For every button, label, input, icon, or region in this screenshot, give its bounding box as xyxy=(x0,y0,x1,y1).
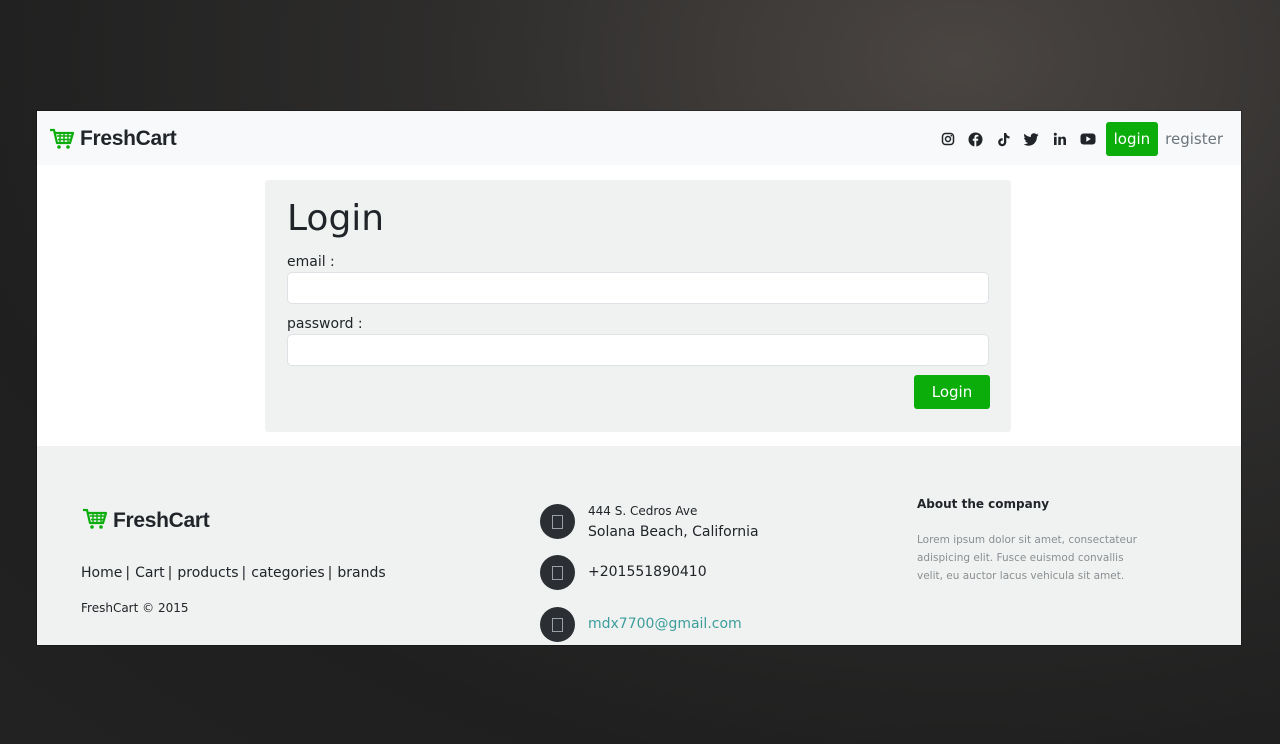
footer-link-products[interactable]: products xyxy=(177,565,238,581)
nav-register-link[interactable]: register xyxy=(1165,130,1223,148)
password-label: password : xyxy=(287,316,363,332)
footer-brand-name: FreshCart xyxy=(113,509,210,532)
linkedin-icon[interactable] xyxy=(1046,125,1074,153)
footer-brand-logo[interactable]: FreshCart xyxy=(82,508,210,534)
brand-name: FreshCart xyxy=(80,127,177,150)
browser-viewport: FreshCart login register Login email: p… xyxy=(37,111,1241,645)
about-text: Lorem ipsum dolor sit amet, consectateur… xyxy=(917,534,1137,582)
location-icon xyxy=(540,504,575,539)
navbar: FreshCart login register xyxy=(37,111,1241,165)
youtube-icon[interactable] xyxy=(1074,125,1102,153)
footer-link-home[interactable]: Home xyxy=(81,565,122,581)
facebook-icon[interactable] xyxy=(962,125,990,153)
address-line-2: Solana Beach, California xyxy=(588,524,759,540)
footer-link-categories[interactable]: categories xyxy=(251,565,324,581)
nav-actions: login register xyxy=(934,122,1223,156)
login-submit-button[interactable]: Login xyxy=(914,375,990,409)
footer: FreshCart Home | Cart | products | categori… xyxy=(37,446,1241,645)
instagram-icon[interactable] xyxy=(934,125,962,153)
address-line-1: 444 S. Cedros Ave xyxy=(588,504,698,518)
shopping-cart-icon xyxy=(82,508,108,534)
phone-icon xyxy=(540,555,575,590)
about-heading: About the company xyxy=(917,497,1050,511)
link-divider: | xyxy=(327,565,333,581)
twitter-icon[interactable] xyxy=(1018,125,1046,153)
link-divider: | xyxy=(125,565,131,581)
brand-logo[interactable]: FreshCart xyxy=(49,125,177,153)
tiktok-icon[interactable] xyxy=(990,125,1018,153)
email-label: email : xyxy=(287,254,335,270)
email-icon xyxy=(540,607,575,642)
phone-number: +201551890410 xyxy=(588,564,707,580)
login-card: Login email : password : Login xyxy=(265,180,1011,432)
nav-login-button[interactable]: login xyxy=(1105,122,1159,156)
page-title: Login xyxy=(287,198,385,239)
copyright-text: FreshCart © 2015 xyxy=(81,601,189,615)
shopping-cart-icon xyxy=(49,128,75,150)
email-link[interactable]: mdx7700@gmail.com xyxy=(588,616,742,632)
link-divider: | xyxy=(241,565,247,581)
footer-nav-links: Home | Cart | products | categories | brands xyxy=(81,565,386,581)
footer-link-cart[interactable]: Cart xyxy=(135,565,165,581)
password-field[interactable] xyxy=(287,334,989,366)
footer-link-brands[interactable]: brands xyxy=(337,565,385,581)
link-divider: | xyxy=(167,565,173,581)
email-field[interactable] xyxy=(287,272,989,304)
